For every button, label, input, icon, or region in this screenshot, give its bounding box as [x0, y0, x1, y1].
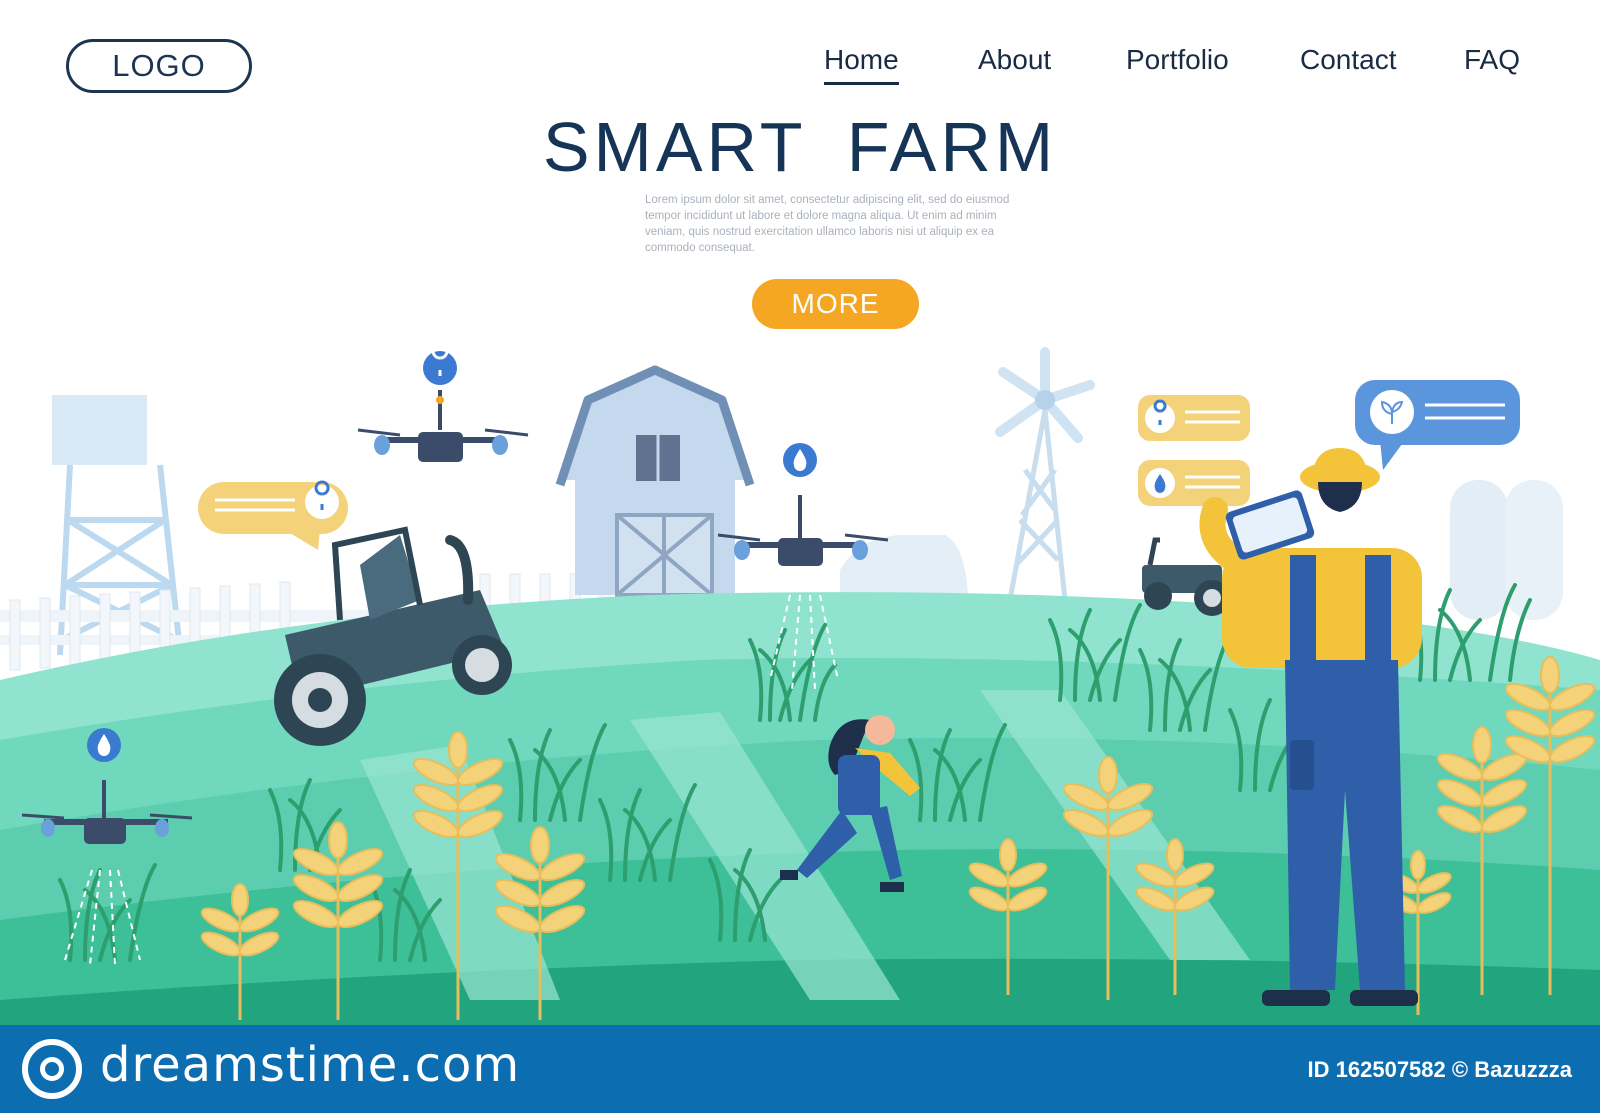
watermark-bar: dreamstime.com ID 162507582 © Bazuzzza — [0, 1025, 1600, 1113]
status-bubble-location-icon — [1138, 395, 1250, 441]
barn-icon — [555, 365, 755, 597]
watermark-id: ID 162507582 © Bazuzzza — [1307, 1057, 1572, 1082]
plant-bubble-icon — [1355, 380, 1520, 470]
farm-illustration — [0, 342, 1600, 1025]
dreamstime-logo-icon — [22, 1039, 82, 1099]
drone-icon-top — [357, 342, 529, 462]
windmill-icon — [995, 347, 1095, 601]
location-bubble-icon — [198, 480, 348, 550]
status-bubble-water-icon — [1138, 460, 1250, 506]
landing-page: LOGO Home About Portfolio Contact FAQ SM… — [0, 0, 1600, 1113]
watermark-site: dreamstime.com — [100, 1037, 521, 1093]
